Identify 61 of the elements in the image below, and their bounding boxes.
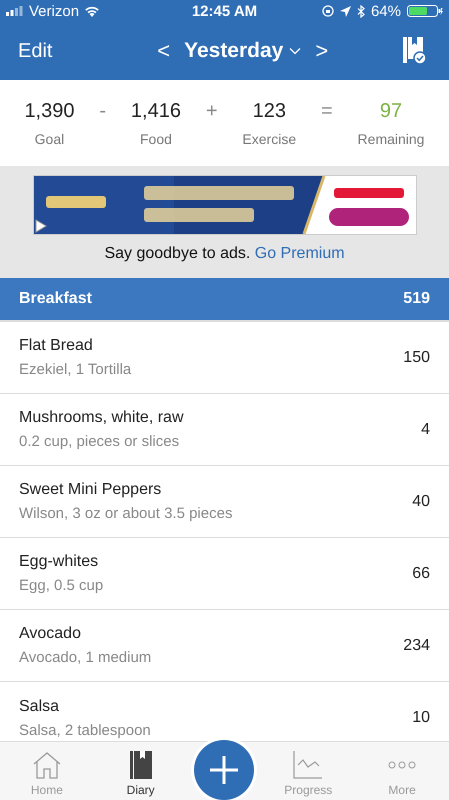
food-name: Mushrooms, white, raw <box>19 409 184 427</box>
calorie-value: 97 <box>380 100 402 122</box>
calorie-value: 1,416 <box>130 100 181 122</box>
food-calories: 66 <box>412 564 430 582</box>
operator: = <box>320 100 333 122</box>
food-detail: Avocado, 1 medium <box>19 649 152 666</box>
food-detail: Egg, 0.5 cup <box>19 577 104 594</box>
meal-name: Breakfast <box>19 290 92 308</box>
operator: + <box>206 100 218 122</box>
battery-percent: 64% <box>370 2 401 20</box>
date-selector[interactable]: Yesterday <box>184 39 302 63</box>
plus-icon <box>209 755 240 785</box>
home-icon <box>32 751 62 779</box>
food-calories: 234 <box>403 636 430 654</box>
lock-rotation-icon <box>322 5 334 17</box>
food-row[interactable]: Salsa Salsa, 2 tablespoon 10 <box>0 682 449 741</box>
food-detail: Ezekiel, 1 Tortilla <box>19 361 132 378</box>
food-detail: Salsa, 2 tablespoon <box>19 722 151 738</box>
next-day-button[interactable]: > <box>315 38 328 64</box>
diary-check-icon[interactable] <box>403 37 427 65</box>
food-detail: Wilson, 3 oz or about 3.5 pieces <box>19 505 232 522</box>
carrier-name: Verizon <box>29 2 80 20</box>
location-icon <box>340 6 351 16</box>
calorie-label: Exercise <box>242 130 296 146</box>
food-name: Flat Bread <box>19 337 94 355</box>
book-icon <box>130 751 152 779</box>
food-calories: 4 <box>421 420 430 438</box>
calorie-label: Goal <box>34 130 64 146</box>
calorie-label: Remaining <box>358 130 424 146</box>
add-button[interactable] <box>194 740 254 800</box>
tab[interactable]: Diary <box>100 751 181 800</box>
bluetooth-icon <box>356 4 365 18</box>
edit-button[interactable]: Edit <box>18 40 52 62</box>
food-calories: 150 <box>403 348 430 366</box>
food-name: Sweet Mini Peppers <box>19 481 162 499</box>
signal-icon <box>6 6 24 16</box>
food-detail: 0.2 cup, pieces or slices <box>19 433 180 450</box>
food-name: Salsa <box>19 698 60 716</box>
operator: - <box>99 100 106 122</box>
meal-calories: 519 <box>403 290 430 308</box>
wifi-icon <box>84 5 100 17</box>
food-row[interactable]: Avocado Avocado, 1 medium 234 <box>0 610 449 682</box>
food-calories: 10 <box>412 709 430 727</box>
food-row[interactable]: Mushrooms, white, raw 0.2 cup, pieces or slices 4 <box>0 394 449 466</box>
more-icon <box>387 761 418 769</box>
line-chart-icon <box>293 751 324 779</box>
battery-icon <box>407 5 443 17</box>
status-time: 12:45 AM <box>192 2 258 20</box>
food-name: Avocado <box>19 625 82 643</box>
premium-message: Say goodbye to ads. Go Premium <box>104 245 345 263</box>
chevron-down-icon <box>289 47 302 55</box>
calorie-label: Food <box>140 130 172 146</box>
go-premium-link[interactable]: Go Premium <box>254 245 345 262</box>
food-row[interactable]: Sweet Mini Peppers Wilson, 3 oz or about 3.5 pieces 40 <box>0 466 449 538</box>
food-name: Egg-whites <box>19 553 100 571</box>
calorie-value: 1,390 <box>24 100 74 122</box>
food-calories: 40 <box>412 492 430 510</box>
calorie-value: 123 <box>252 100 286 122</box>
previous-day-button[interactable]: < <box>157 38 170 64</box>
food-row[interactable]: Egg-whites Egg, 0.5 cup 66 <box>0 538 449 610</box>
food-row[interactable]: Flat Bread Ezekiel, 1 Tortilla 150 <box>0 322 449 394</box>
